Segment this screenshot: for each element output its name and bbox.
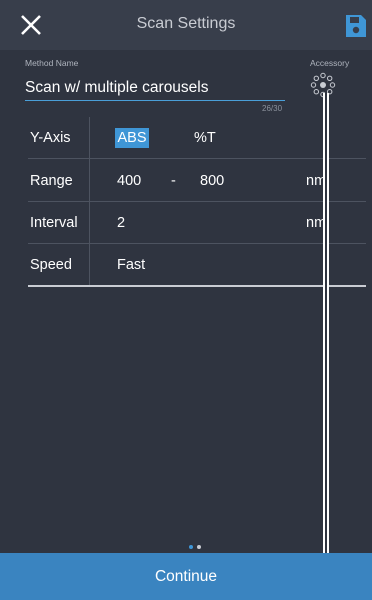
row-divider bbox=[28, 243, 366, 244]
page-dot-active bbox=[189, 545, 193, 549]
continue-button[interactable]: Continue bbox=[0, 553, 372, 600]
interval-field[interactable]: 2 bbox=[117, 215, 125, 231]
page-dot bbox=[197, 545, 201, 549]
row-divider bbox=[28, 158, 366, 159]
save-icon bbox=[346, 15, 366, 37]
accessory-label: Accessory bbox=[310, 58, 350, 68]
method-name-input[interactable] bbox=[25, 76, 285, 101]
scrollbar[interactable] bbox=[323, 93, 329, 600]
row-divider bbox=[28, 201, 366, 202]
settings-table: Y-Axis ABS %T Range 400 - 800 nm Interva… bbox=[28, 117, 366, 287]
yaxis-label: Y-Axis bbox=[30, 130, 71, 146]
top-bar: Scan Settings bbox=[0, 0, 372, 50]
page-title: Scan Settings bbox=[136, 15, 236, 32]
speed-selector[interactable]: Fast bbox=[117, 257, 145, 273]
interval-label: Interval bbox=[30, 215, 78, 231]
table-bottom-divider bbox=[28, 285, 366, 287]
range-start-field[interactable]: 400 bbox=[117, 173, 141, 189]
range-separator: - bbox=[171, 173, 176, 189]
yaxis-abs-option[interactable]: ABS bbox=[115, 128, 149, 148]
yaxis-transmittance-option[interactable]: %T bbox=[194, 128, 224, 148]
column-divider bbox=[89, 117, 90, 287]
range-label: Range bbox=[30, 173, 73, 189]
range-end-field[interactable]: 800 bbox=[200, 173, 224, 189]
save-button[interactable] bbox=[344, 13, 368, 39]
speed-label: Speed bbox=[30, 257, 72, 273]
character-counter: 26/30 bbox=[262, 104, 283, 113]
method-name-label: Method Name bbox=[25, 58, 79, 68]
